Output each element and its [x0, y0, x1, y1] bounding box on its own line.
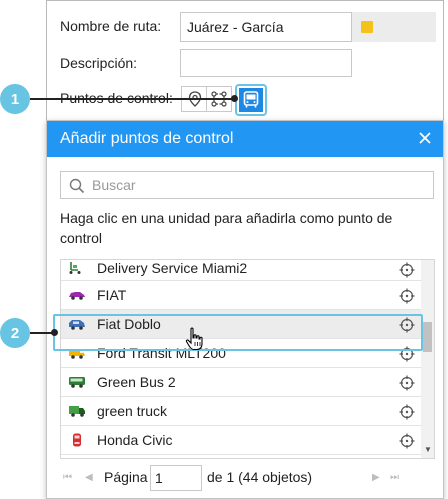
callout-1: 1 [0, 84, 30, 114]
add-unit-checkpoint-button[interactable] [237, 86, 265, 114]
pagination: ⏮ ◀ Página 1 de 1 (44 objetos) ▶ ⏭ [60, 465, 435, 491]
crosshair-icon[interactable] [399, 262, 415, 278]
yellow-van-icon [69, 350, 85, 359]
list-item[interactable]: Green Bus 2 [61, 368, 422, 397]
search-icon [69, 178, 85, 194]
crosshair-icon[interactable] [399, 375, 415, 391]
search-input[interactable]: Buscar [60, 171, 434, 199]
unit-name: Delivery Service Miami2 [97, 260, 248, 276]
list-item[interactable]: FIAT [61, 281, 422, 310]
page-label: Página [104, 469, 148, 485]
route-color-swatch[interactable] [361, 21, 373, 33]
list-scrollbar[interactable]: ▼ [421, 260, 434, 458]
blue-car-icon [69, 320, 85, 330]
green-bus-icon [69, 377, 85, 388]
route-name-label: Nombre de ruta: [60, 18, 162, 34]
unit-name: FIAT [97, 287, 127, 303]
crosshair-icon[interactable] [399, 317, 415, 333]
callout-1-pointer [30, 98, 236, 100]
unit-name: green truck [97, 403, 168, 419]
close-icon[interactable] [417, 130, 433, 146]
crosshair-icon[interactable] [399, 433, 415, 449]
red-car-icon [73, 433, 81, 447]
unit-name: Green Bus 2 [97, 374, 176, 390]
list-item[interactable]: Ford Transit MLT200 [61, 339, 422, 368]
first-page-icon[interactable]: ⏮ [63, 472, 72, 483]
description-input[interactable] [180, 49, 352, 77]
page-number-input[interactable]: 1 [150, 465, 202, 491]
scroll-down-arrow-icon[interactable]: ▼ [424, 445, 432, 454]
callout-2-dot [51, 329, 58, 336]
add-checkpoints-dialog: Añadir puntos de control Buscar Haga cli… [46, 120, 444, 499]
route-name-input[interactable]: Juárez - García [180, 12, 352, 42]
crosshair-icon[interactable] [399, 346, 415, 362]
list-item[interactable]: Delivery Service Miami2 [61, 260, 422, 281]
hand-cursor-icon [185, 327, 203, 351]
unit-name: Honda Civic [97, 432, 173, 448]
callout-1-dot [231, 95, 238, 102]
crosshair-icon[interactable] [399, 288, 415, 304]
delivery-scooter-icon [69, 262, 81, 274]
list-item[interactable]: green truck [61, 397, 422, 426]
search-placeholder: Buscar [92, 177, 136, 193]
callout-2: 2 [0, 318, 30, 348]
dialog-title: Añadir puntos de control [60, 130, 234, 147]
scrollbar-thumb[interactable] [423, 322, 432, 352]
unit-list: Delivery Service Miami2 FIAT Fiat Doblo … [60, 259, 435, 459]
purple-car-icon [69, 292, 85, 300]
previous-page-icon[interactable]: ◀ [85, 472, 93, 483]
last-page-icon[interactable]: ⏭ [390, 472, 399, 483]
unit-name: Fiat Doblo [97, 316, 161, 332]
list-item[interactable]: Fiat Doblo [61, 310, 422, 339]
dialog-hint: Haga clic en una unidad para añadirla co… [60, 210, 393, 246]
next-page-icon[interactable]: ▶ [372, 472, 380, 483]
green-truck-icon [69, 406, 85, 417]
list-item[interactable]: Honda Civic [61, 426, 422, 455]
dialog-header: Añadir puntos de control [47, 121, 443, 157]
description-label: Descripción: [60, 55, 138, 71]
page-count-text: de 1 (44 objetos) [207, 469, 313, 485]
unit-name: Ford Transit MLT200 [97, 345, 226, 361]
bus-icon [243, 91, 259, 108]
crosshair-icon[interactable] [399, 404, 415, 420]
